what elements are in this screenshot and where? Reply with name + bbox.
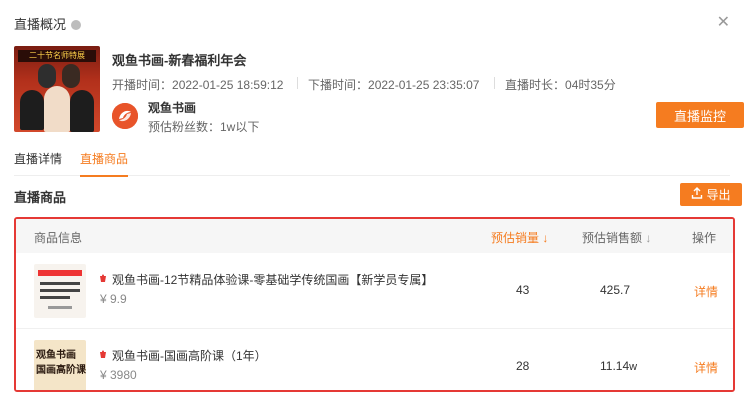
panel-title: 直播概况 — [14, 17, 67, 32]
tab-bar: 直播详情 直播商品 — [14, 146, 730, 177]
product-price: ¥ 3980 — [100, 368, 137, 382]
panel-header: 直播概况 ✕ — [14, 14, 730, 32]
sort-down-icon: ↓ — [542, 231, 549, 245]
tab-live-products[interactable]: 直播商品 — [80, 150, 129, 177]
product-name[interactable]: 观鱼书画-12节精品体验课-零基础学传统国画【新学员专属】 — [112, 271, 433, 288]
products-table: 商品信息 预估销量 ↓ 预估销售额 ↓ 操作 观鱼书画-12节精品体验课-零基础… — [14, 217, 735, 392]
section-title: 直播商品 — [14, 190, 67, 205]
est-sales-value: 43 — [516, 283, 530, 297]
divider — [494, 77, 495, 89]
live-monitor-button[interactable]: 直播监控 — [656, 102, 744, 128]
tab-live-details[interactable]: 直播详情 — [14, 150, 62, 175]
live-cover-image: 二十节名师特展 — [14, 46, 100, 132]
start-time: 开播时间：2022-01-25 18:59:12 — [112, 78, 284, 92]
account-logo-icon — [112, 103, 138, 129]
col-action: 操作 — [692, 231, 717, 245]
product-thumbnail[interactable]: 观鱼书画 国画高阶课 — [34, 340, 86, 390]
export-icon — [691, 187, 703, 202]
detail-link[interactable]: 详情 — [694, 359, 718, 376]
close-icon[interactable]: ✕ — [717, 12, 730, 32]
export-button[interactable]: 导出 — [680, 183, 742, 206]
info-icon[interactable] — [71, 20, 82, 30]
col-product-info: 商品信息 — [34, 231, 83, 245]
live-title: 观鱼书画-新春福利年会 — [112, 53, 247, 68]
sort-down-icon: ↓ — [645, 231, 652, 245]
cover-banner: 二十节名师特展 — [18, 50, 96, 62]
tiktok-shop-icon — [100, 350, 106, 358]
duration: 直播时长：04时35分 — [505, 78, 616, 92]
detail-link[interactable]: 详情 — [694, 283, 718, 300]
account-name[interactable]: 观鱼书画 — [148, 99, 196, 116]
end-time: 下播时间：2022-01-25 23:35:07 — [308, 78, 480, 92]
product-thumbnail[interactable] — [34, 264, 86, 318]
account-fans: 预估粉丝数：1w以下 — [148, 120, 260, 134]
product-price: ¥ 9.9 — [100, 292, 127, 306]
est-amount-value: 11.14w — [600, 359, 638, 373]
divider — [297, 77, 298, 89]
col-est-amount[interactable]: 预估销售额 ↓ — [582, 229, 651, 246]
est-sales-value: 28 — [516, 359, 530, 373]
tiktok-shop-icon — [100, 274, 106, 282]
col-est-sales[interactable]: 预估销量 ↓ — [491, 229, 548, 246]
table-header: 商品信息 预估销量 ↓ 预估销售额 ↓ 操作 — [16, 219, 733, 253]
product-name[interactable]: 观鱼书画-国画高阶课（1年） — [112, 347, 267, 364]
export-label: 导出 — [706, 188, 731, 202]
est-amount-value: 425.7 — [600, 283, 631, 297]
table-row: 观鱼书画 国画高阶课 观鱼书画-国画高阶课（1年） ¥ 3980 28 11.14… — [16, 329, 733, 390]
table-row: 观鱼书画-12节精品体验课-零基础学传统国画【新学员专属】 ¥ 9.9 43 4… — [16, 253, 733, 329]
